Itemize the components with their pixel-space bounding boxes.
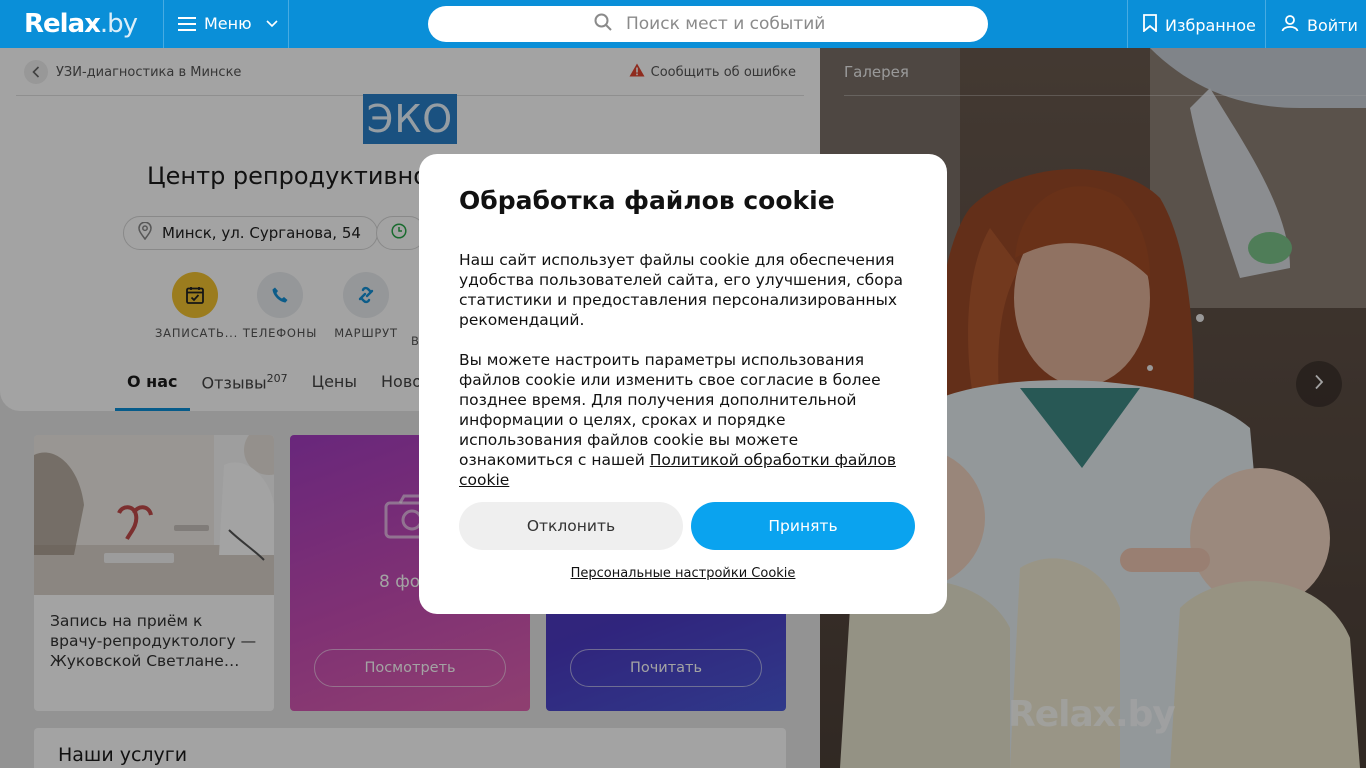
chevron-down-icon [266,19,278,28]
menu-button[interactable]: Меню [178,14,278,33]
cookie-settings-link[interactable]: Персональные настройки Cookie [419,566,947,581]
favorites-link[interactable]: Избранное [1143,14,1256,36]
header-divider [163,0,164,48]
menu-label: Меню [204,14,252,33]
dialog-title: Обработка файлов cookie [459,186,835,215]
top-header: Relax.by Меню Избранное Войти [0,0,1366,48]
header-divider [1127,0,1128,48]
dialog-paragraph: Вы можете настроить параметры использова… [459,350,909,490]
search-icon [594,13,612,35]
dialog-paragraph: Наш сайт использует файлы cookie для обе… [459,251,904,329]
bookmark-icon [1143,14,1157,36]
favorites-label: Избранное [1165,15,1256,35]
login-link[interactable]: Войти [1281,14,1358,36]
search-input[interactable] [626,14,926,34]
header-divider [288,0,289,48]
header-divider [1265,0,1266,48]
accept-button[interactable]: Принять [691,502,915,550]
hamburger-icon [178,16,196,31]
search-bar[interactable] [428,6,988,42]
user-icon [1281,14,1299,36]
decline-button[interactable]: Отклонить [459,502,683,550]
cookie-consent-dialog: Обработка файлов cookie Наш сайт использ… [419,154,947,614]
login-label: Войти [1307,15,1358,35]
site-logo[interactable]: Relax.by [24,9,138,39]
